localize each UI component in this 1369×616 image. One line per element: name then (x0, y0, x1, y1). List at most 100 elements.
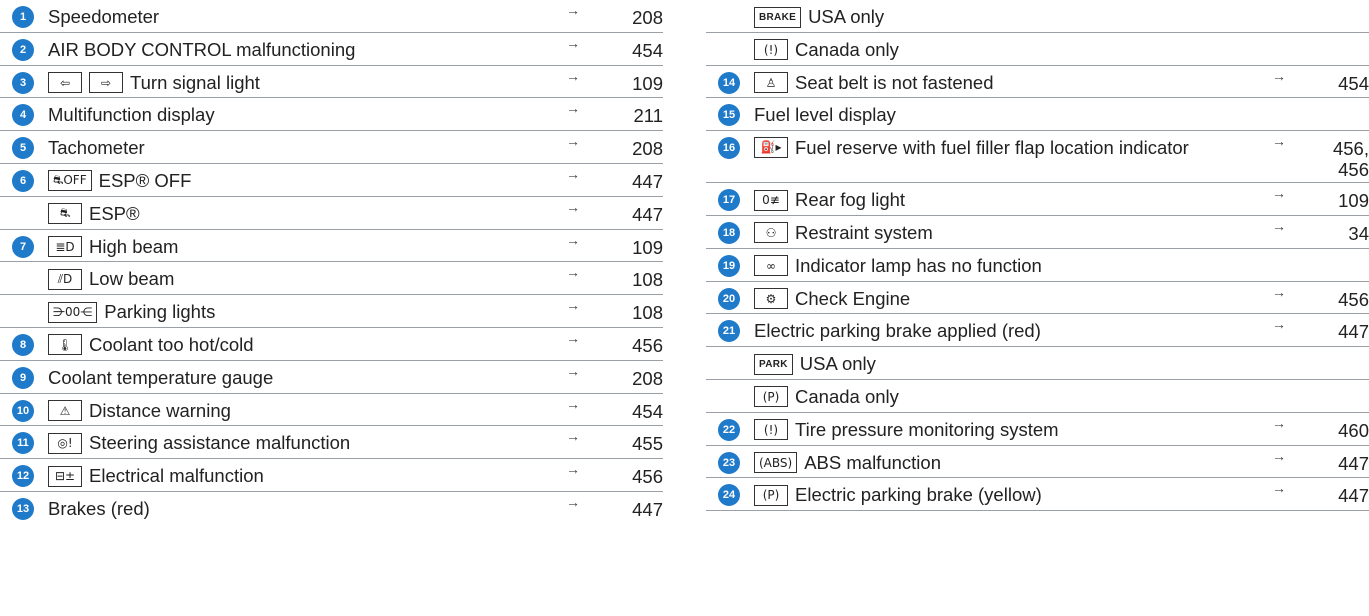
page-reference-link[interactable]: 208 (632, 7, 663, 28)
indicator-cell: ⋺00⋲ Parking lights (48, 301, 215, 323)
item-number-badge: 8 (12, 333, 34, 356)
page-reference-link[interactable]: 454 (1338, 73, 1369, 94)
page-reference-arrow: → (566, 100, 580, 117)
indicator-row: 2 AIR BODY CONTROL malfunctioning → 454 (0, 33, 663, 66)
indicator-cell: 23 (ABS) ABS malfunction (718, 451, 941, 474)
page-reference-link[interactable]: 456, 456 (1333, 138, 1369, 180)
page-reference-link[interactable]: 460 (1338, 420, 1369, 441)
brake-symbol-icon: (!) (754, 39, 788, 61)
indicator-row: BRAKE USA only (706, 0, 1369, 33)
item-number-badge: 4 (12, 104, 34, 127)
indicator-cell: 15 Fuel level display (718, 104, 896, 127)
indicator-row: 10 ⚠ Distance warning → 454 (0, 394, 663, 427)
indicator-cell: 1 Speedometer (12, 6, 159, 28)
item-number-badge: 9 (12, 366, 34, 389)
airbag-icon: ⚇ (754, 222, 788, 244)
indicator-label: Fuel reserve with fuel filler flap locat… (795, 137, 1189, 159)
indicator-cell: 2 AIR BODY CONTROL malfunctioning (12, 38, 356, 61)
page-reference-link[interactable]: 456 (632, 466, 663, 487)
page-reference-arrow: → (566, 395, 580, 412)
tire-pressure-icon: (!) (754, 419, 788, 441)
indicator-label: Check Engine (795, 287, 911, 309)
page-reference-link[interactable]: 454 (632, 401, 663, 422)
indicator-label: USA only (808, 6, 885, 27)
indicator-label: Parking lights (104, 301, 216, 323)
indicator-label: Rear fog light (795, 189, 906, 211)
page-reference-link[interactable]: 447 (632, 204, 663, 225)
page-reference-arrow: → (1272, 414, 1286, 431)
item-number-badge: 3 (12, 71, 34, 94)
abs-icon: (ABS) (754, 452, 798, 474)
page-reference-link[interactable]: 447 (632, 171, 663, 192)
page-reference-link[interactable]: 109 (1338, 190, 1369, 211)
item-number-badge: 2 (12, 38, 34, 61)
page-reference-arrow: → (566, 165, 580, 182)
item-number-badge: 15 (718, 104, 740, 127)
indicator-label: Tachometer (48, 137, 145, 159)
page-reference-arrow: → (566, 2, 580, 18)
page-reference-link[interactable]: 456 (1338, 289, 1369, 310)
page-reference-link[interactable]: 447 (632, 499, 663, 520)
item-number-badge: 1 (12, 6, 34, 28)
indicator-label: Fuel level display (754, 104, 896, 126)
page-reference-arrow: → (566, 264, 580, 281)
indicator-cell: 11 ◎! Steering assistance malfunction (12, 432, 350, 455)
indicator-cell: 12 ⊟± Electrical malfunction (12, 465, 264, 488)
item-number-badge: 22 (718, 418, 740, 441)
indicator-row: 11 ◎! Steering assistance malfunction → 455 (0, 426, 663, 460)
indicator-cell: 13 Brakes (red) (12, 497, 150, 520)
indicator-cell: 6 ⛐OFF ESP® OFF (12, 169, 192, 192)
page-reference-link[interactable]: 109 (632, 73, 663, 94)
item-number-badge: 18 (718, 221, 740, 244)
high-beam-icon: ≣D (48, 236, 82, 258)
page-reference-arrow: → (566, 133, 580, 150)
indicator-label: Canada only (795, 385, 899, 407)
indicator-row: 3 ⇦ ⇨ Turn signal light → 109 (0, 66, 663, 99)
indicator-label: Low beam (89, 268, 175, 290)
page-reference-arrow: → (566, 329, 580, 346)
indicator-label: Restraint system (795, 221, 933, 243)
indicator-label: Seat belt is not fastened (795, 71, 994, 93)
page-reference-link[interactable]: 208 (632, 138, 663, 159)
indicator-cell: 4 Multifunction display (12, 104, 215, 127)
page-reference-link[interactable]: 455 (632, 433, 663, 454)
indicator-row: 8 🌡 Coolant too hot/cold → 456 (0, 328, 663, 361)
page-reference-link[interactable]: 208 (632, 368, 663, 389)
indicator-row: 9 Coolant temperature gauge → 208 (0, 361, 663, 394)
indicator-cell: 14 ♙ Seat belt is not fastened (718, 71, 994, 94)
turn-right-arrow-icon: ⇨ (89, 72, 123, 94)
indicator-cell: 16 ⛽▸ Fuel reserve with fuel filler flap l… (718, 137, 1218, 160)
indicator-label: Indicator lamp has no function (795, 254, 1042, 276)
page-reference-link[interactable]: 447 (1338, 485, 1369, 506)
page-reference-link[interactable]: 456 (632, 335, 663, 356)
seat-belt-icon: ♙ (754, 72, 788, 94)
page-reference-arrow: → (566, 297, 580, 314)
page-reference-link[interactable]: 109 (632, 237, 663, 258)
item-number-badge: 10 (12, 399, 34, 422)
indicator-label: Distance warning (89, 399, 231, 421)
indicator-cell: 10 ⚠ Distance warning (12, 399, 231, 422)
page-reference-link[interactable]: 108 (632, 302, 663, 323)
indicator-label: AIR BODY CONTROL malfunctioning (48, 38, 356, 60)
indicator-cell: 17 0≢ Rear fog light (718, 189, 906, 212)
page-reference-link[interactable]: 447 (1338, 321, 1369, 342)
page-reference-link[interactable]: 454 (632, 40, 663, 61)
indicator-label: Tire pressure monitoring system (795, 418, 1059, 440)
page-reference-arrow: → (566, 493, 580, 510)
page-reference-arrow: → (566, 34, 580, 51)
indicator-row: 14 ♙ Seat belt is not fastened → 454 (706, 66, 1369, 99)
item-number-badge: 12 (12, 465, 34, 488)
indicator-row: 21 Electric parking brake applied (red) → 4… (706, 314, 1369, 348)
page-reference-link[interactable]: 108 (632, 269, 663, 290)
page-reference-link[interactable]: 211 (634, 105, 664, 126)
indicator-label: ESP® OFF (98, 169, 192, 191)
item-number-badge: 19 (718, 254, 740, 277)
page-reference-arrow: → (1272, 185, 1286, 202)
item-number-badge: 13 (12, 497, 34, 520)
page-reference-link[interactable]: 447 (1338, 453, 1369, 474)
battery-icon: ⊟± (48, 465, 82, 487)
page-reference-link[interactable]: 34 (1348, 223, 1369, 244)
indicator-label: Coolant temperature gauge (48, 366, 274, 388)
page-reference-arrow: → (566, 461, 580, 478)
indicator-row: 20 ⚙ Check Engine → 456 (706, 282, 1369, 315)
